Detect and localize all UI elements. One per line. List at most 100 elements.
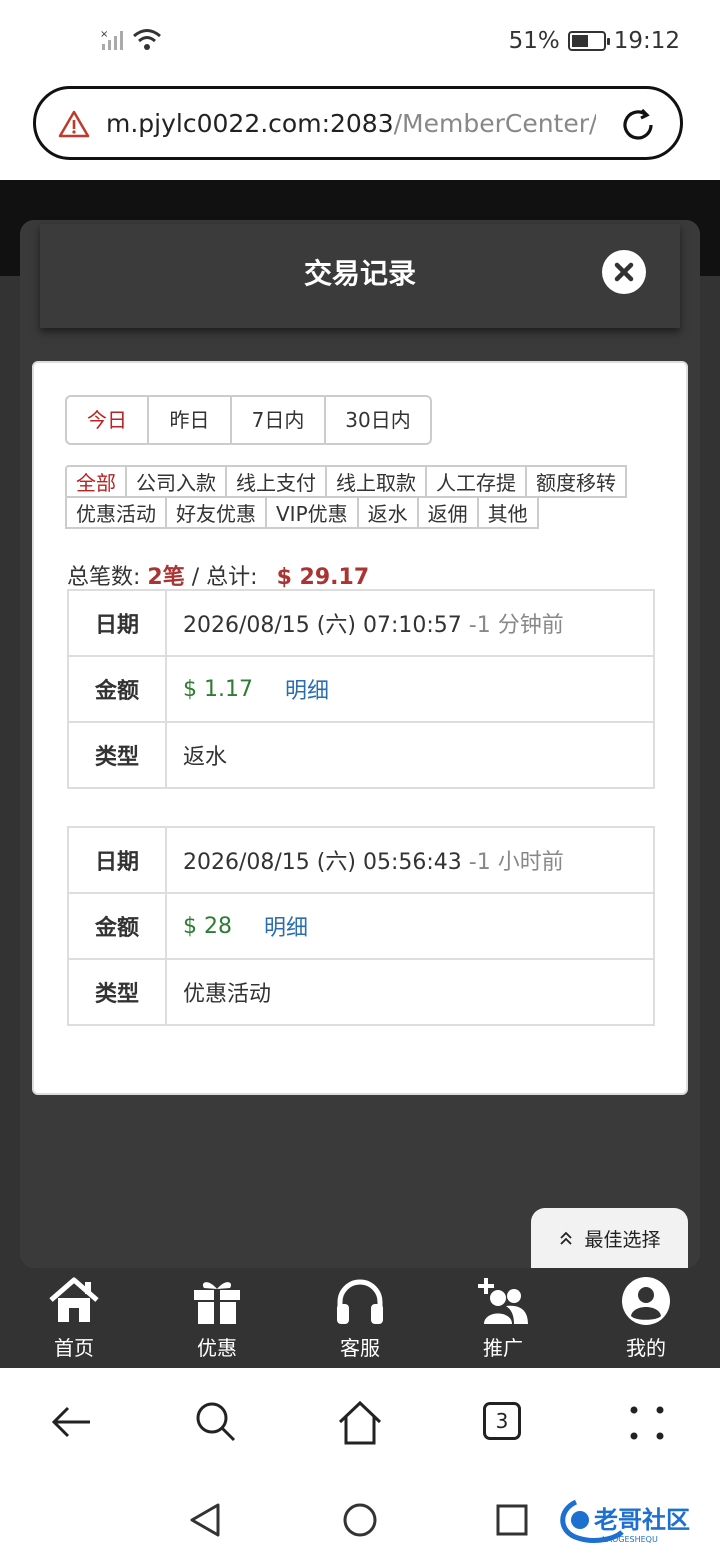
record-relative-time: -1 小时前 (468, 850, 564, 875)
user-avatar-icon (622, 1277, 670, 1325)
nav-home-label: 首页 (54, 1336, 94, 1360)
amount-label: 金额 (69, 894, 167, 958)
more-dots-icon[interactable] (628, 1404, 668, 1444)
home-icon (49, 1277, 99, 1322)
detail-link[interactable]: 明细 (264, 910, 308, 942)
filter-other[interactable]: 其他 (476, 496, 539, 529)
nav-referral[interactable]: 推广 (453, 1276, 553, 1361)
type-label: 类型 (69, 723, 167, 787)
url-path: /MemberCenter/T (393, 109, 596, 138)
record-row-amount: 金额 $ 1.17 明细 (69, 655, 653, 721)
total-value: $ 29.17 (276, 565, 370, 590)
bottom-nav: 首页 优惠 客服 推广 我的 (0, 1268, 720, 1368)
record-row-date: 日期 2026/08/15 (六) 05:56:43 -1 小时前 (69, 828, 653, 892)
browser-toolbar: 3 (0, 1368, 720, 1478)
date-value: 2026/08/15 (六) 05:56:43 -1 小时前 (167, 828, 653, 892)
battery-percent: 51% (508, 28, 560, 54)
count-label: 总笔数: (67, 565, 141, 590)
amount-label: 金额 (69, 657, 167, 721)
filter-all[interactable]: 全部 (65, 465, 127, 498)
record-row-amount: 金额 $ 28 明细 (69, 892, 653, 958)
filter-online-withdraw[interactable]: 线上取款 (325, 465, 427, 498)
filter-rebate[interactable]: 返水 (356, 496, 419, 529)
record-row-date: 日期 2026/08/15 (六) 07:10:57 -1 分钟前 (69, 591, 653, 655)
add-user-icon (478, 1278, 528, 1324)
battery-icon (567, 31, 610, 51)
watermark-text: 老哥社区 (594, 1506, 690, 1534)
watermark-logo: 老哥社区 LAOGESHEQU (560, 1499, 690, 1544)
record-relative-time: -1 分钟前 (468, 613, 564, 638)
summary-sep: / (191, 565, 200, 590)
close-button[interactable] (602, 250, 646, 294)
amount-value: $ 1.17 明细 (167, 657, 653, 721)
filter-transfer[interactable]: 额度移转 (525, 465, 627, 498)
filter-vip-bonus[interactable]: VIP优惠 (265, 496, 359, 529)
records-card: 今日 昨日 7日内 30日内 全部 公司入款 线上支付 线上取款 人工存提 额度… (32, 361, 688, 1095)
record-amount: $ 28 (183, 913, 232, 939)
status-bar: × 51% 19:12 (0, 0, 720, 84)
modal-title: 交易记录 (303, 257, 416, 290)
period-tabs: 今日 昨日 7日内 30日内 (65, 395, 432, 445)
web-page: 交易记录 今日 昨日 7日内 30日内 全部 公司入款 线上支付 线上取款 人工… (0, 180, 720, 1368)
back-arrow-icon[interactable] (50, 1400, 94, 1444)
best-choice-label: 最佳选择 (584, 1228, 661, 1251)
filter-promotion[interactable]: 优惠活动 (65, 496, 167, 529)
warning-icon (58, 110, 90, 138)
record-2: 日期 2026/08/15 (六) 05:56:43 -1 小时前 金额 $ 2… (67, 826, 655, 1026)
date-label: 日期 (69, 828, 167, 892)
type-filters: 全部 公司入款 线上支付 线上取款 人工存提 额度移转 优惠活动 好友优惠 VI… (65, 465, 665, 529)
nav-profile-label: 我的 (626, 1336, 666, 1360)
svg-text:×: × (100, 29, 108, 40)
tabs-button[interactable]: 3 (483, 1402, 521, 1440)
filter-friend-bonus[interactable]: 好友优惠 (165, 496, 267, 529)
url-text[interactable]: m.pjylc0022.com:2083/MemberCenter/T (106, 109, 596, 138)
headphones-icon (337, 1279, 383, 1324)
search-icon[interactable] (194, 1400, 238, 1444)
reload-icon[interactable] (618, 105, 658, 145)
tab-today[interactable]: 今日 (67, 397, 147, 443)
record-type: 优惠活动 (183, 982, 272, 1007)
nav-referral-label: 推广 (483, 1336, 523, 1360)
total-label: 总计: (206, 565, 258, 590)
gift-icon (194, 1282, 240, 1324)
record-date: 2026/08/15 (六) 05:56:43 (183, 850, 462, 875)
record-date: 2026/08/15 (六) 07:10:57 (183, 613, 462, 638)
nav-promotions[interactable]: 优惠 (167, 1276, 267, 1361)
filter-commission[interactable]: 返佣 (416, 496, 479, 529)
modal-header: 交易记录 (40, 224, 680, 328)
filter-online-payment[interactable]: 线上支付 (225, 465, 327, 498)
tab-30days[interactable]: 30日内 (324, 397, 430, 443)
filter-row-1: 全部 公司入款 线上支付 线上取款 人工存提 额度移转 (65, 465, 665, 498)
nav-home[interactable]: 首页 (24, 1276, 124, 1361)
tab-yesterday[interactable]: 昨日 (147, 397, 230, 443)
double-chevron-up-icon (560, 1231, 573, 1245)
record-type: 返水 (183, 745, 228, 770)
system-home-icon[interactable] (342, 1502, 378, 1538)
nav-profile[interactable]: 我的 (596, 1276, 696, 1361)
wifi-icon (133, 29, 161, 50)
filter-manual[interactable]: 人工存提 (425, 465, 527, 498)
close-icon (614, 262, 634, 282)
filter-row-2: 优惠活动 好友优惠 VIP优惠 返水 返佣 其他 (65, 496, 665, 529)
filter-company-deposit[interactable]: 公司入款 (125, 465, 227, 498)
record-row-type: 类型 返水 (69, 721, 653, 787)
clock: 19:12 (613, 28, 680, 54)
count-value: 2笔 (147, 565, 185, 590)
address-bar[interactable]: m.pjylc0022.com:2083/MemberCenter/T (33, 86, 683, 160)
record-row-type: 类型 优惠活动 (69, 958, 653, 1024)
detail-link[interactable]: 明细 (285, 673, 329, 705)
summary: 总笔数: 2笔 / 总计: $ 29.17 (67, 559, 369, 591)
system-recents-icon[interactable] (494, 1502, 530, 1538)
url-host: m.pjylc0022.com:2083 (106, 109, 394, 138)
date-value: 2026/08/15 (六) 07:10:57 -1 分钟前 (167, 591, 653, 655)
record-1: 日期 2026/08/15 (六) 07:10:57 -1 分钟前 金额 $ 1… (67, 589, 655, 789)
best-choice-button[interactable]: 最佳选择 (531, 1208, 688, 1268)
tab-7days[interactable]: 7日内 (230, 397, 324, 443)
home-outline-icon[interactable] (337, 1400, 383, 1446)
signal-icon: × (100, 29, 123, 50)
nav-promotions-label: 优惠 (197, 1336, 237, 1360)
system-nav: 老哥社区 LAOGESHEQU (0, 1478, 720, 1560)
nav-service[interactable]: 客服 (310, 1276, 410, 1361)
system-back-icon[interactable] (188, 1502, 224, 1538)
status-right: 51% 19:12 (509, 28, 680, 54)
